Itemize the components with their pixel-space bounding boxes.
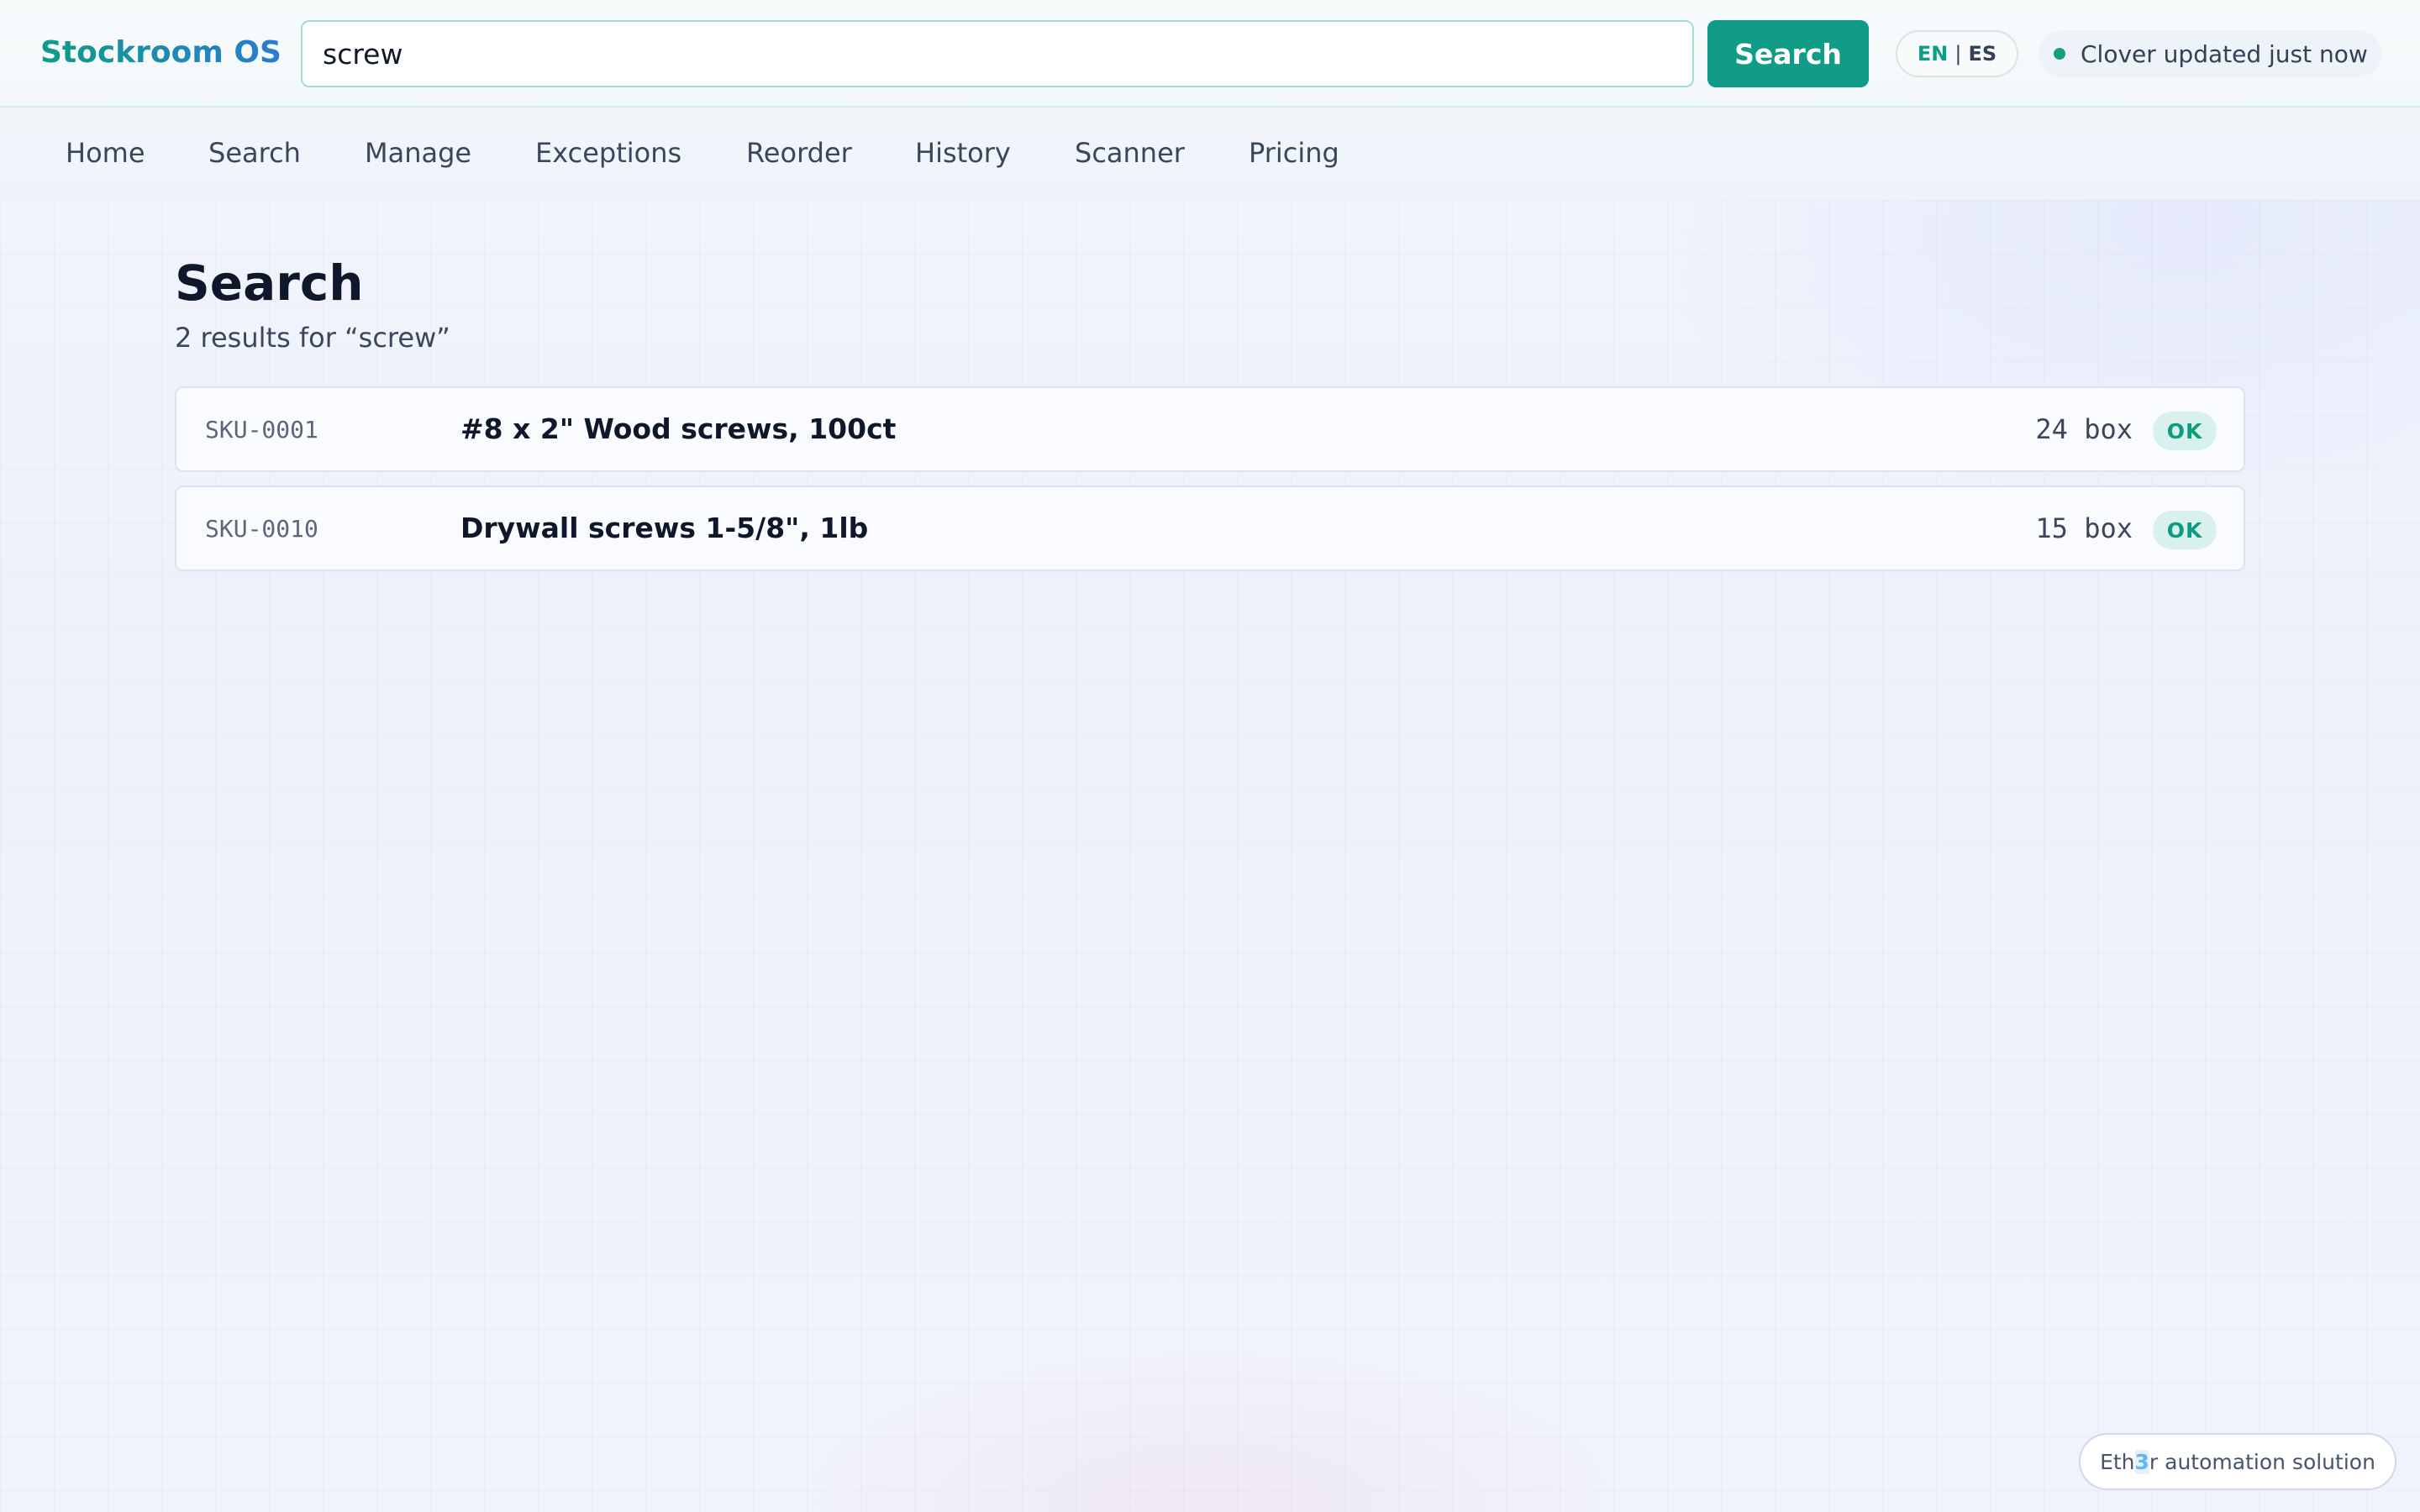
nav-item-history[interactable]: History bbox=[915, 136, 1011, 170]
nav-item-scanner[interactable]: Scanner bbox=[1075, 136, 1185, 170]
nav-item-pricing[interactable]: Pricing bbox=[1249, 136, 1339, 170]
nav-item-search[interactable]: Search bbox=[208, 136, 301, 170]
result-row[interactable]: SKU-0010 Drywall screws 1-5/8", 1lb 15 b… bbox=[175, 486, 2245, 571]
automation-badge-highlight: 3 bbox=[2134, 1449, 2149, 1474]
main-nav: Home Search Manage Exceptions Reorder Hi… bbox=[0, 108, 2420, 200]
lang-en-option[interactable]: EN bbox=[1918, 42, 1948, 66]
nav-item-home[interactable]: Home bbox=[66, 136, 145, 170]
page-title: Search bbox=[175, 255, 364, 312]
sync-status-text: Clover updated just now bbox=[2081, 39, 2368, 68]
top-bar: Stockroom OS Search EN | ES Clover updat… bbox=[0, 0, 2420, 108]
result-row[interactable]: SKU-0001 #8 x 2" Wood screws, 100ct 24 b… bbox=[175, 386, 2245, 472]
status-dot-icon bbox=[2054, 48, 2065, 60]
results-summary: 2 results for “screw” bbox=[175, 322, 450, 354]
search-input[interactable] bbox=[301, 20, 1694, 87]
result-name: #8 x 2" Wood screws, 100ct bbox=[460, 412, 897, 445]
nav-item-exceptions[interactable]: Exceptions bbox=[535, 136, 681, 170]
result-name: Drywall screws 1-5/8", 1lb bbox=[460, 512, 869, 544]
language-toggle: EN | ES bbox=[1896, 30, 2018, 77]
lang-separator: | bbox=[1954, 42, 1962, 66]
automation-badge-text-start: Eth bbox=[2100, 1449, 2135, 1474]
result-sku: SKU-0010 bbox=[205, 515, 318, 543]
result-quantity: 15 box bbox=[2035, 512, 2133, 544]
nav-item-manage[interactable]: Manage bbox=[365, 136, 471, 170]
nav-item-reorder[interactable]: Reorder bbox=[746, 136, 852, 170]
search-button[interactable]: Search bbox=[1707, 20, 1869, 87]
automation-badge-text-end: r automation solution bbox=[2149, 1449, 2375, 1474]
brand-logo[interactable]: Stockroom OS bbox=[40, 32, 281, 74]
automation-badge[interactable]: Eth 3 r automation solution bbox=[2079, 1433, 2396, 1490]
status-badge: OK bbox=[2153, 412, 2217, 450]
status-badge: OK bbox=[2153, 511, 2217, 549]
sync-status-badge: Clover updated just now bbox=[2039, 30, 2381, 77]
result-quantity: 24 box bbox=[2035, 413, 2133, 445]
lang-es-option[interactable]: ES bbox=[1968, 42, 1996, 66]
result-sku: SKU-0001 bbox=[205, 416, 318, 444]
